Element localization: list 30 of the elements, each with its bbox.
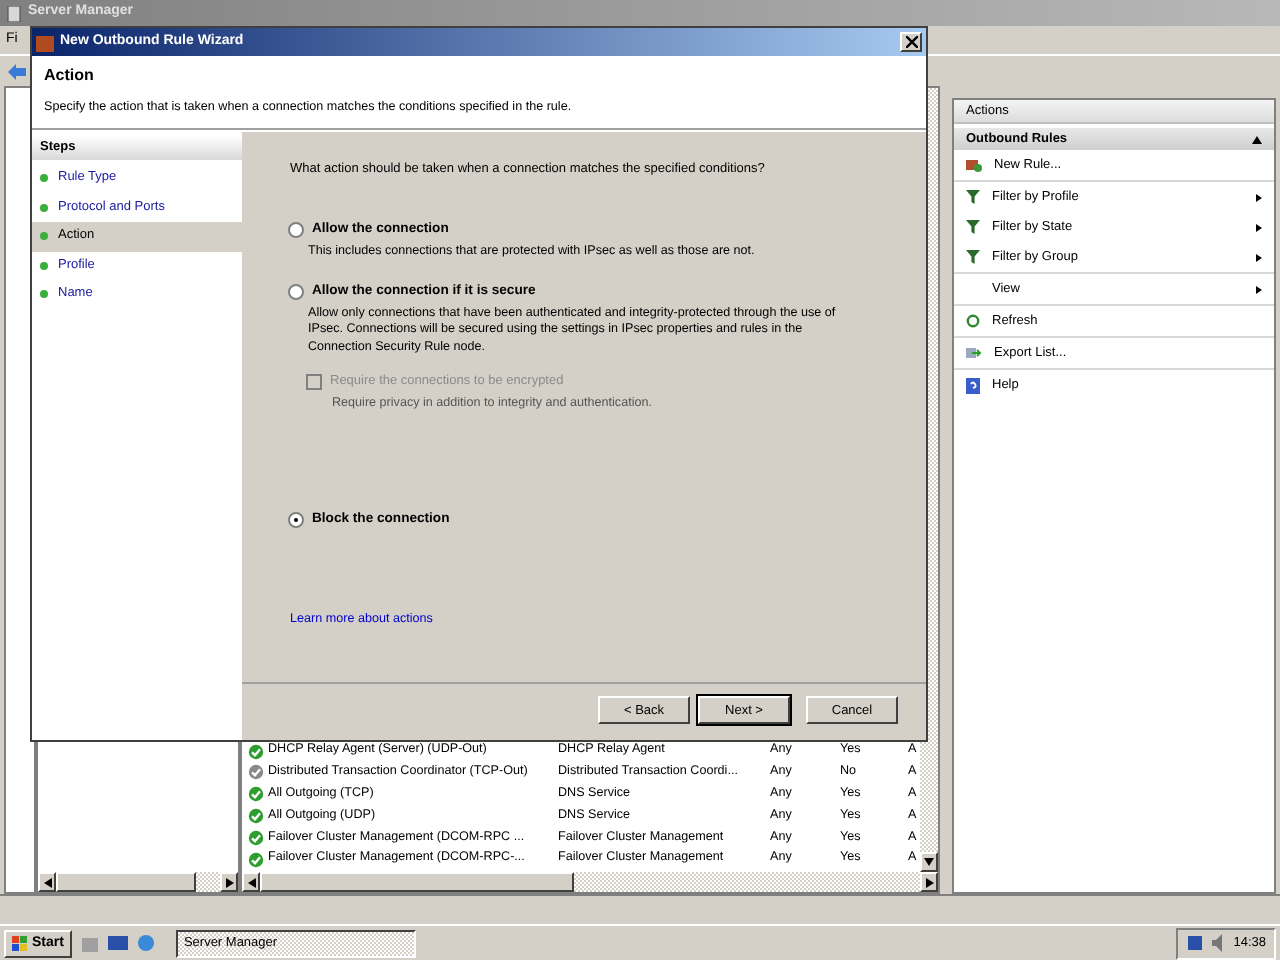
close-button[interactable] <box>900 32 922 52</box>
check-shield-icon <box>248 808 264 824</box>
submenu-arrow-icon <box>1256 193 1262 201</box>
back-arrow-icon[interactable] <box>8 63 26 79</box>
collapse-icon[interactable] <box>1252 135 1262 143</box>
submenu-arrow-icon <box>1256 253 1262 261</box>
windows-flag-icon <box>12 935 28 951</box>
submenu-arrow-icon <box>1256 285 1262 293</box>
submenu-arrow-icon <box>1256 223 1262 231</box>
funnel-icon <box>966 220 980 234</box>
arrow-icon[interactable] <box>247 877 255 887</box>
horizontal-scrollbar[interactable] <box>242 872 938 892</box>
help-icon <box>966 377 980 393</box>
arrow-icon[interactable] <box>225 877 233 887</box>
arrow-icon[interactable] <box>43 877 51 887</box>
arrow-icon[interactable] <box>924 858 934 866</box>
disabled-shield-icon <box>248 764 264 781</box>
page-heading: Action <box>44 66 96 86</box>
speaker-icon[interactable] <box>1211 934 1226 952</box>
export-icon <box>966 346 982 360</box>
check-shield-icon <box>248 829 264 846</box>
check-shield-icon <box>248 851 264 868</box>
monitor-icon[interactable] <box>107 934 128 952</box>
funnel-icon <box>966 250 980 264</box>
check-shield-icon <box>248 743 264 760</box>
check-shield-icon <box>248 786 264 803</box>
horizontal-scrollbar[interactable] <box>38 872 238 892</box>
funnel-icon <box>966 190 980 204</box>
arrow-icon[interactable] <box>925 877 933 887</box>
refresh-icon <box>966 314 980 328</box>
